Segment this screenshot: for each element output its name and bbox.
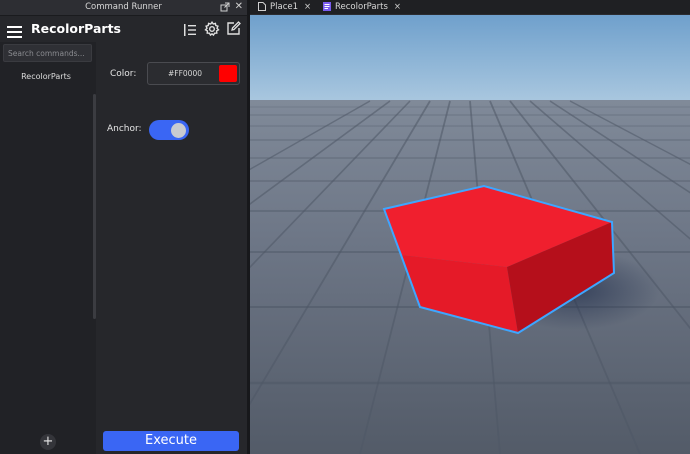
window-title: Command Runner [85,2,162,12]
tab-label: RecolorParts [335,2,388,12]
plugin-header: RecolorParts [0,16,247,42]
close-icon[interactable]: × [304,2,311,12]
toggle-knob [171,123,186,138]
color-field[interactable]: #FF0000 [147,62,240,85]
plugin-window: Command Runner ✕ RecolorParts Search com… [0,0,247,454]
execute-button[interactable]: Execute [103,431,239,451]
sky [250,15,690,101]
color-hex-value[interactable]: #FF0000 [168,69,202,78]
close-icon[interactable]: × [394,2,401,12]
place-file-icon [258,2,266,11]
add-command-button[interactable]: + [40,434,56,450]
close-icon[interactable]: ✕ [235,1,243,13]
undock-icon[interactable] [220,2,230,12]
script-icon [323,2,331,11]
tab-label: Place1 [270,2,299,12]
list-icon[interactable] [183,22,197,36]
window-titlebar: Command Runner ✕ [0,0,247,16]
hamburger-menu-icon[interactable] [7,23,22,38]
search-input[interactable] [3,44,92,62]
gear-icon[interactable] [204,21,220,37]
document-tabbar: Place1 × RecolorParts × [250,0,690,15]
color-swatch[interactable] [219,65,237,82]
tab-recolorparts[interactable]: RecolorParts × [323,0,401,15]
command-options-panel: Color: #FF0000 Anchor: Execute [96,42,247,454]
plugin-title: RecolorParts [31,21,121,36]
3d-viewport[interactable] [250,15,690,454]
tab-place1[interactable]: Place1 × [258,0,311,15]
edit-icon[interactable] [226,21,241,36]
command-sidebar: RecolorParts + [0,42,96,454]
anchor-label: Anchor: [107,124,142,134]
command-item-recolorparts[interactable]: RecolorParts [0,68,92,86]
anchor-toggle[interactable] [149,120,189,140]
color-label: Color: [110,69,137,79]
